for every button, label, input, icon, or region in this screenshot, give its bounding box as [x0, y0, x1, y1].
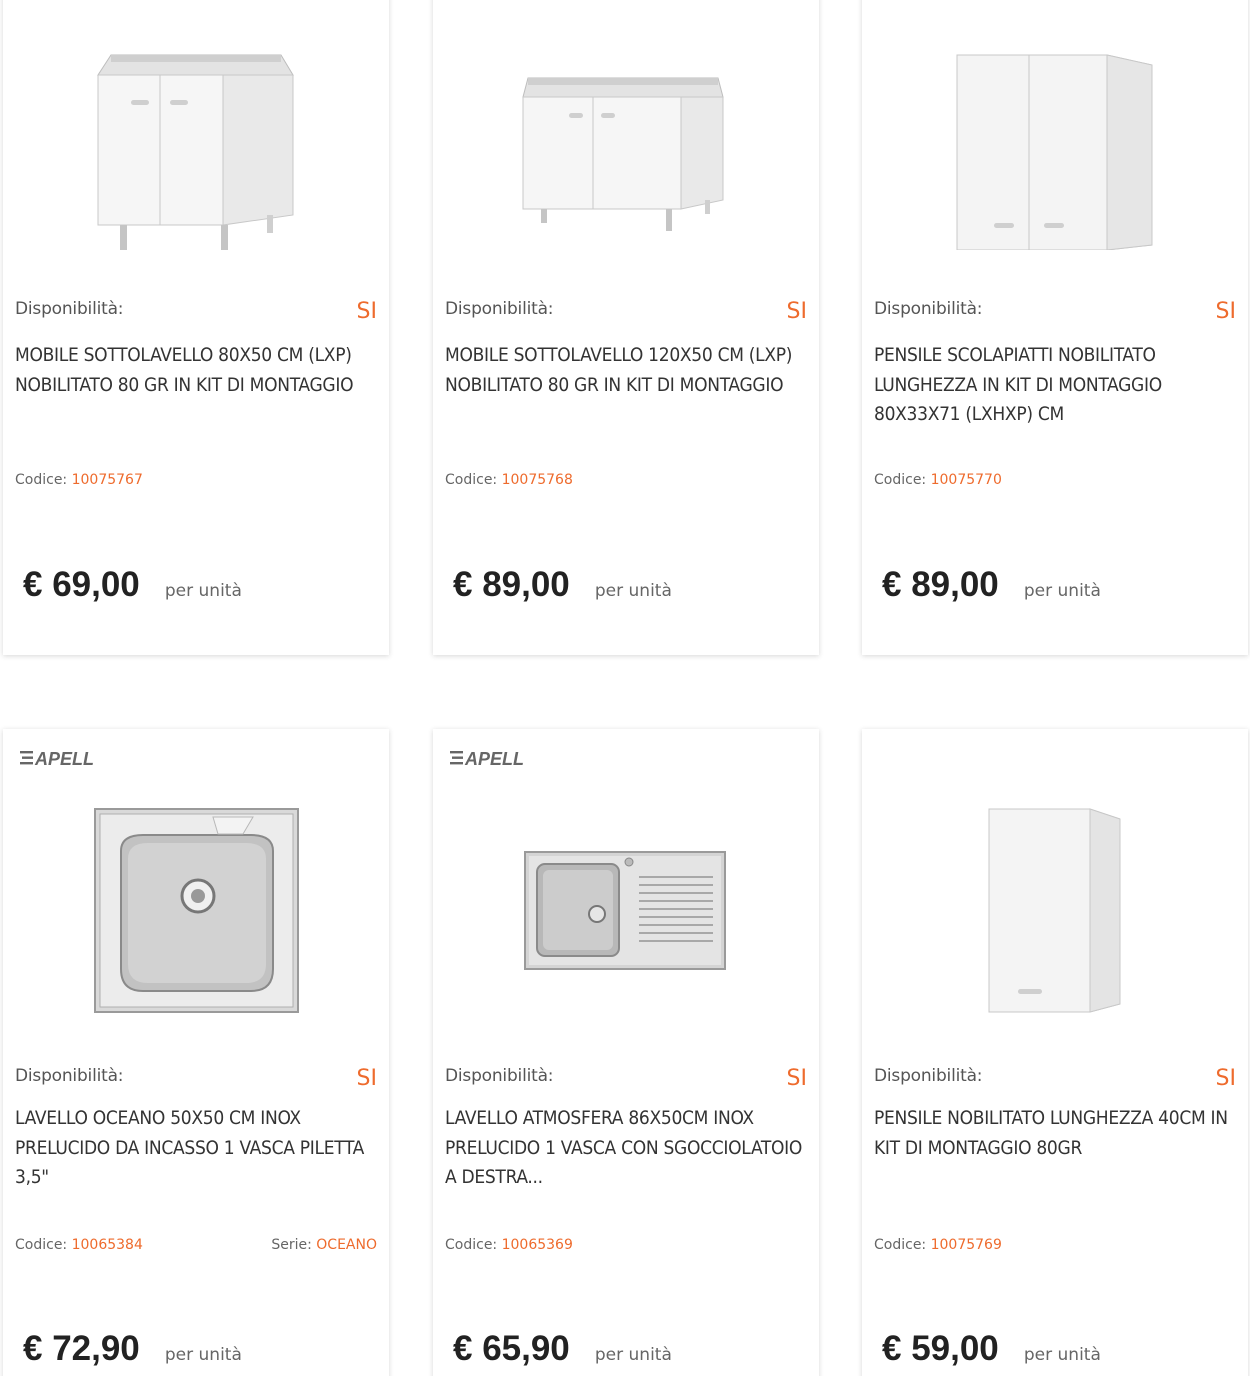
code-label: Codice:	[445, 472, 498, 488]
availability-row: Disponibilità: SI	[874, 1064, 1236, 1092]
price-row: € 72,90 per unità	[23, 1329, 242, 1375]
price-unit: per unità	[1023, 1345, 1101, 1365]
code-label: Codice:	[15, 1237, 68, 1253]
availability-row: Disponibilità: SI	[15, 297, 377, 325]
product-image-sink-oceano[interactable]	[3, 779, 389, 1019]
product-title[interactable]: MOBILE SOTTOLAVELLO 80X50 CM (LXP) NOBIL…	[15, 341, 379, 400]
product-title[interactable]: LAVELLO ATMOSFERA 86X50CM INOX PRELUCIDO…	[445, 1104, 809, 1193]
series-label: Serie:	[271, 1237, 312, 1253]
svg-text:APELL: APELL	[34, 749, 94, 768]
availability-label: Disponibilità:	[874, 299, 983, 319]
svg-text:APELL: APELL	[464, 749, 524, 768]
code-row: Codice: 10075767	[15, 472, 377, 488]
price-unit: per unità	[164, 581, 242, 601]
price-unit: per unità	[594, 1345, 672, 1365]
price: € 89,00	[453, 565, 570, 604]
availability-row: Disponibilità: SI	[445, 297, 807, 325]
price: € 72,90	[23, 1329, 140, 1368]
product-card[interactable]: Disponibilità: SI PENSILE SCOLAPIATTI NO…	[862, 0, 1248, 655]
apell-logo-icon: APELL	[20, 749, 94, 769]
code-row: Codice: 10075768	[445, 472, 807, 488]
product-image-base-cabinet-80[interactable]	[3, 10, 389, 250]
code-row: Codice: 10075769	[874, 1237, 1236, 1253]
code-value: 10075769	[930, 1237, 1002, 1253]
availability-label: Disponibilità:	[445, 299, 554, 319]
product-card[interactable]: APELL Disponibilità: SI LAVELLO OCEANO 5…	[3, 729, 389, 1376]
code-row: Codice: 10075770	[874, 472, 1236, 488]
product-card[interactable]: Disponibilità: SI PENSILE NOBILITATO LUN…	[862, 729, 1248, 1376]
availability-value: SI	[1215, 1066, 1236, 1091]
product-title[interactable]: LAVELLO OCEANO 50X50 CM INOX PRELUCIDO D…	[15, 1104, 379, 1193]
product-title[interactable]: PENSILE NOBILITATO LUNGHEZZA 40CM IN KIT…	[874, 1104, 1238, 1163]
code-value: 10075767	[71, 472, 143, 488]
price-unit: per unità	[1023, 581, 1101, 601]
price: € 59,00	[882, 1329, 999, 1368]
code-label: Codice:	[15, 472, 68, 488]
availability-label: Disponibilità:	[15, 299, 124, 319]
brand-logo: APELL	[20, 748, 130, 769]
product-card[interactable]: Disponibilità: SI MOBILE SOTTOLAVELLO 80…	[3, 0, 389, 655]
product-image-wall-cabinet-80[interactable]	[862, 10, 1248, 250]
price: € 65,90	[453, 1329, 570, 1368]
availability-value: SI	[1215, 299, 1236, 324]
series-value[interactable]: OCEANO	[316, 1237, 377, 1253]
code-label: Codice:	[445, 1237, 498, 1253]
series: Serie: OCEANO	[271, 1237, 377, 1253]
code-value: 10075768	[501, 472, 573, 488]
code-label: Codice:	[874, 472, 927, 488]
availability-row: Disponibilità: SI	[874, 297, 1236, 325]
brand-logo: APELL	[450, 748, 560, 769]
code-label: Codice:	[874, 1237, 927, 1253]
price: € 89,00	[882, 565, 999, 604]
product-title[interactable]: PENSILE SCOLAPIATTI NOBILITATO LUNGHEZZA…	[874, 341, 1238, 430]
price-row: € 69,00 per unità	[23, 565, 242, 611]
product-title[interactable]: MOBILE SOTTOLAVELLO 120X50 CM (LXP) NOBI…	[445, 341, 809, 400]
product-image-base-cabinet-120[interactable]	[433, 10, 819, 250]
product-grid: Disponibilità: SI MOBILE SOTTOLAVELLO 80…	[0, 0, 1250, 1376]
price-row: € 89,00 per unità	[882, 565, 1101, 611]
price: € 69,00	[23, 565, 140, 604]
price-row: € 65,90 per unità	[453, 1329, 672, 1375]
code-value: 10065384	[71, 1237, 143, 1253]
price-unit: per unità	[164, 1345, 242, 1365]
availability-value: SI	[786, 1066, 807, 1091]
availability-value: SI	[356, 299, 377, 324]
code-row: Codice: 10065384 Serie: OCEANO	[15, 1237, 377, 1253]
product-image-sink-atmosfera[interactable]	[433, 779, 819, 1019]
availability-row: Disponibilità: SI	[15, 1064, 377, 1092]
price-row: € 89,00 per unità	[453, 565, 672, 611]
code-value: 10075770	[930, 472, 1002, 488]
apell-logo-icon: APELL	[450, 749, 524, 769]
price-row: € 59,00 per unità	[882, 1329, 1101, 1375]
product-image-wall-cabinet-40[interactable]	[862, 779, 1248, 1019]
price-unit: per unità	[594, 581, 672, 601]
code-value: 10065369	[501, 1237, 573, 1253]
availability-label: Disponibilità:	[874, 1066, 983, 1086]
availability-label: Disponibilità:	[15, 1066, 124, 1086]
product-card[interactable]: Disponibilità: SI MOBILE SOTTOLAVELLO 12…	[433, 0, 819, 655]
code-row: Codice: 10065369	[445, 1237, 807, 1253]
availability-value: SI	[356, 1066, 377, 1091]
availability-label: Disponibilità:	[445, 1066, 554, 1086]
availability-value: SI	[786, 299, 807, 324]
product-card[interactable]: APELL Disponibilità: SI LAVELLO ATMOSFER…	[433, 729, 819, 1376]
availability-row: Disponibilità: SI	[445, 1064, 807, 1092]
